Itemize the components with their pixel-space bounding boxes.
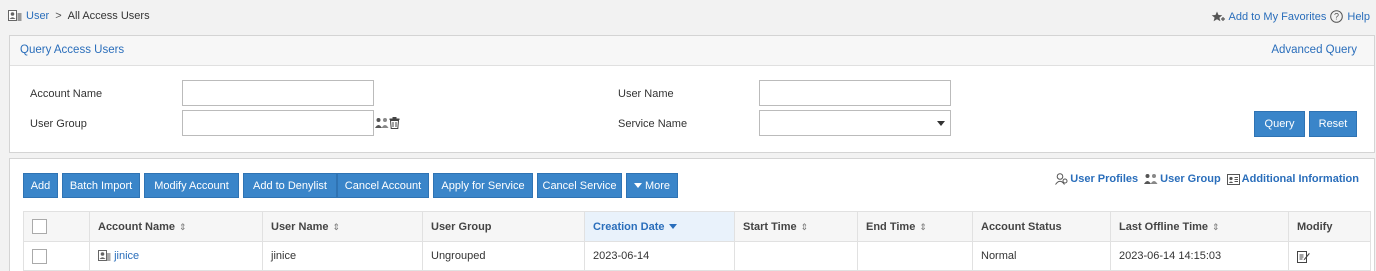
sort-icon: ⇕: [1212, 221, 1220, 232]
account-name-cell: jinice: [89, 241, 263, 271]
trash-icon[interactable]: [389, 117, 400, 130]
sort-icon: ⇕: [800, 221, 809, 232]
service-name-select[interactable]: [759, 110, 951, 136]
user-profiles-tool[interactable]: User Profiles: [1055, 173, 1138, 185]
service-name-label: Service Name: [618, 118, 688, 130]
top-bar: User > All Access Users Add to My Favori…: [0, 0, 1376, 34]
add-to-favorites-link[interactable]: Add to My Favorites: [1229, 11, 1327, 23]
account-name-label: Account Name: [30, 88, 103, 100]
breadcrumb-current: All Access Users: [67, 10, 150, 23]
apply-for-service-button[interactable]: Apply for Service: [433, 173, 533, 198]
user-group-cell: Ungrouped: [422, 241, 585, 271]
query-button[interactable]: Query: [1254, 111, 1305, 137]
column-start-time[interactable]: Start Time ⇕: [734, 211, 858, 242]
last-offline-time-cell: 2023-06-14 14:15:03: [1110, 241, 1289, 271]
reset-button[interactable]: Reset: [1309, 111, 1357, 137]
more-button[interactable]: More: [626, 173, 678, 198]
column-end-time-label: End Time: [866, 220, 916, 233]
account-status-cell: Normal: [972, 241, 1111, 271]
breadcrumb: User > All Access Users: [8, 10, 150, 22]
top-links: Add to My Favorites ? Help: [1211, 10, 1370, 23]
row-checkbox[interactable]: [32, 248, 47, 264]
column-account-name[interactable]: Account Name ⇕: [89, 211, 263, 242]
column-creation-date-label: Creation Date: [593, 220, 665, 233]
user-name-cell: jinice: [262, 241, 423, 271]
column-creation-date[interactable]: Creation Date: [584, 211, 735, 242]
list-tools: User Profiles User Group Additional Info…: [1055, 173, 1359, 185]
modify-account-button[interactable]: Modify Account: [144, 173, 239, 198]
help-icon: ?: [1330, 10, 1344, 23]
sort-icon: ⇕: [332, 221, 341, 232]
column-end-time[interactable]: End Time ⇕: [857, 211, 973, 242]
select-all-header: [23, 211, 90, 242]
column-account-status: Account Status: [972, 211, 1111, 242]
user-icon: [8, 10, 22, 22]
sort-icon: ⇕: [919, 221, 927, 232]
select-group-icon[interactable]: [375, 117, 389, 129]
user-list-panel: Add Batch Import Modify Account Add to D…: [9, 158, 1375, 271]
column-user-name[interactable]: User Name ⇕: [262, 211, 423, 242]
more-label: More: [644, 179, 671, 192]
sort-descending-icon: [668, 224, 677, 230]
add-button[interactable]: Add: [23, 173, 58, 198]
column-start-time-label: Start Time: [743, 220, 797, 233]
dropdown-caret-icon: [937, 121, 945, 126]
cancel-service-button[interactable]: Cancel Service: [537, 173, 622, 198]
user-group-label: User Group: [30, 118, 87, 130]
account-name-link[interactable]: jinice: [114, 250, 139, 262]
row-select-cell: [23, 241, 90, 271]
star-icon: [1211, 10, 1225, 22]
creation-date-cell: 2023-06-14: [584, 241, 735, 271]
table-header-row: Account Name ⇕ User Name ⇕ User Group Crea…: [23, 211, 1371, 242]
advanced-query-link[interactable]: Advanced Query: [1271, 44, 1357, 56]
user-profile-icon: [1055, 173, 1068, 185]
additional-information-tool[interactable]: Additional Information: [1226, 173, 1359, 186]
query-panel-title: Query Access Users: [20, 44, 125, 56]
column-modify-label: Modify: [1297, 220, 1333, 233]
table-row: jinice jinice Ungrouped 2023-06-14 Norma…: [23, 241, 1371, 271]
add-to-denylist-button[interactable]: Add to Denylist: [243, 173, 337, 198]
access-users-table: Account Name ⇕ User Name ⇕ User Group Crea…: [23, 211, 1371, 271]
column-modify: Modify: [1288, 211, 1371, 242]
column-account-name-label: Account Name: [98, 220, 176, 233]
select-all-checkbox[interactable]: [32, 219, 47, 234]
help-link[interactable]: Help: [1347, 11, 1370, 23]
more-caret-icon: [633, 183, 642, 188]
breadcrumb-separator: >: [55, 10, 62, 23]
user-group-input[interactable]: [182, 110, 374, 136]
sort-icon: ⇕: [179, 221, 187, 232]
column-user-group: User Group: [422, 211, 585, 242]
column-user-group-label: User Group: [431, 220, 492, 233]
user-profiles-label: User Profiles: [1070, 173, 1139, 186]
modify-cell: [1288, 241, 1371, 271]
user-group-tool-label: User Group: [1160, 173, 1221, 186]
user-group-icon: [1144, 173, 1158, 185]
user-name-label: User Name: [618, 88, 674, 100]
column-account-status-label: Account Status: [981, 220, 1062, 233]
cancel-account-button[interactable]: Cancel Account: [337, 173, 429, 198]
edit-icon[interactable]: [1297, 250, 1310, 263]
end-time-cell: [857, 241, 973, 271]
account-name-input[interactable]: [182, 80, 374, 106]
svg-text:?: ?: [1334, 12, 1339, 22]
start-time-cell: [734, 241, 858, 271]
additional-information-label: Additional Information: [1241, 173, 1359, 186]
query-panel: Query Access Users Advanced Query Accoun…: [9, 35, 1375, 153]
user-name-input[interactable]: [759, 80, 951, 106]
column-last-offline-time[interactable]: Last Offline Time ⇕: [1110, 211, 1289, 242]
column-last-offline-time-label: Last Offline Time: [1119, 220, 1209, 233]
query-panel-header: Query Access Users Advanced Query: [10, 36, 1374, 66]
column-user-name-label: User Name: [271, 220, 329, 233]
breadcrumb-user-link[interactable]: User: [26, 10, 49, 22]
account-icon: [98, 250, 114, 262]
user-group-tool[interactable]: User Group: [1144, 173, 1221, 185]
id-card-icon: [1226, 173, 1240, 185]
batch-import-button[interactable]: Batch Import: [62, 173, 140, 198]
